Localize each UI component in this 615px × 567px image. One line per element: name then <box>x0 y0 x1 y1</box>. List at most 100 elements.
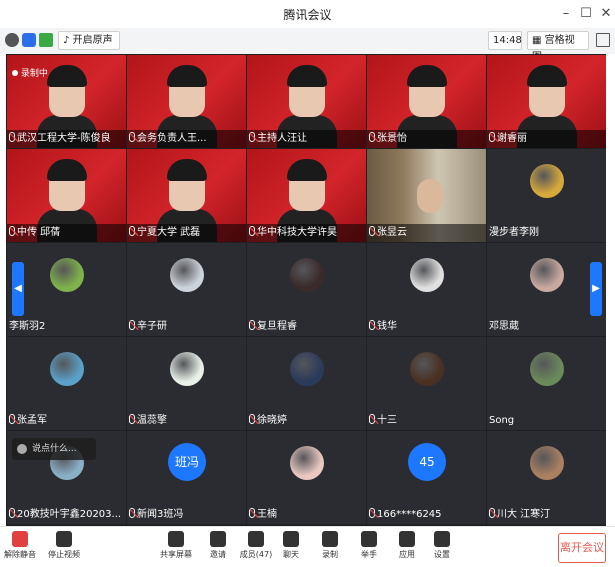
participant-name: 漫步者李刚 <box>489 227 539 238</box>
minimize-button[interactable]: – <box>556 4 576 24</box>
participant-tile[interactable]: 会务负责人王... <box>127 55 246 148</box>
info-icon[interactable] <box>5 33 19 47</box>
participant-tile[interactable]: Song <box>487 337 606 430</box>
mic-muted-icon <box>249 132 255 142</box>
participant-name: 辛子研 <box>137 321 167 332</box>
participant-name: Song <box>489 415 515 426</box>
participant-video-hair <box>287 159 327 181</box>
participant-tile[interactable]: 王楠 <box>247 431 366 524</box>
participant-name-bar: Song <box>487 412 606 430</box>
participant-tile[interactable]: 钱华 <box>367 243 486 336</box>
participant-tile[interactable]: 温蕊擎 <box>127 337 246 430</box>
participant-avatar <box>290 352 324 386</box>
participant-tile[interactable]: 川大 江寒汀 <box>487 431 606 524</box>
record-dot-icon <box>12 70 18 76</box>
participant-name: 武汉工程大学-陈俊良 <box>17 133 111 144</box>
participant-name: 川大 江寒汀 <box>497 509 551 520</box>
chat-button[interactable]: 聊天 <box>273 531 309 560</box>
participant-video-hair <box>407 65 447 87</box>
participant-tile[interactable]: 主持人汪让 <box>247 55 366 148</box>
prev-page-button[interactable]: ◀ <box>12 262 24 316</box>
participant-tile[interactable]: 中传 邱蒨 <box>7 149 126 242</box>
mic-muted-icon <box>129 226 135 236</box>
record-icon <box>322 531 338 547</box>
participant-video-hair <box>47 65 87 87</box>
participant-tile[interactable]: 十三 <box>367 337 486 430</box>
participant-avatar <box>170 258 204 292</box>
participant-tile[interactable]: 张孟军 <box>7 337 126 430</box>
participant-name-bar: 谢睿丽 <box>487 130 606 148</box>
record-button[interactable]: 录制 <box>312 531 348 560</box>
members-button[interactable]: 成员(47) <box>238 531 274 560</box>
invite-button[interactable]: 邀请 <box>200 531 236 560</box>
mic-muted-icon <box>489 508 495 518</box>
participant-name: 166****6245 <box>377 509 442 520</box>
participant-video-face <box>417 179 443 213</box>
participant-name: 新闻3班冯 <box>137 509 184 520</box>
participant-tile[interactable]: 张昱云 <box>367 149 486 242</box>
mic-muted-icon <box>249 508 255 518</box>
participant-name-bar: 张景怡 <box>367 130 486 148</box>
participant-name-bar: 王楠 <box>247 506 366 524</box>
settings-icon <box>434 531 450 547</box>
participant-name: 张孟军 <box>17 415 47 426</box>
settings-button[interactable]: 设置 <box>424 531 460 560</box>
participant-tile[interactable]: 张景怡 <box>367 55 486 148</box>
mic-muted-button[interactable]: 解除静音 <box>2 531 38 560</box>
participant-name: 主持人汪让 <box>257 133 307 144</box>
mic-muted-icon <box>9 414 15 424</box>
invite-icon <box>210 531 226 547</box>
participant-name: 复旦程睿 <box>257 321 297 332</box>
participant-avatar <box>410 258 444 292</box>
view-mode-button[interactable]: ▦ 宫格视图 ▾ <box>527 31 589 63</box>
participant-avatar <box>290 446 324 480</box>
participant-tile[interactable]: 辛子研 <box>127 243 246 336</box>
participant-avatar <box>530 446 564 480</box>
participant-name-bar: 钱华 <box>367 318 486 336</box>
participant-name: 邓思葳 <box>489 321 519 332</box>
participant-name-bar: 武汉工程大学-陈俊良 <box>7 130 126 148</box>
participant-name: 20教技叶宇鑫20203... <box>17 509 122 520</box>
camera-button[interactable]: 停止视频 <box>46 531 82 560</box>
participant-name-bar: 新闻3班冯 <box>127 506 246 524</box>
signal-icon[interactable] <box>39 33 53 47</box>
participant-tile[interactable]: 45 166****6245 <box>367 431 486 524</box>
meeting-time: 14:48 <box>488 31 522 50</box>
mic-muted-icon <box>129 320 135 330</box>
chat-bubble-icon <box>17 444 27 454</box>
original-sound-button[interactable]: ♪ 开启原声 ▾ <box>58 31 120 63</box>
participant-name-bar: 宁夏大学 武磊 <box>127 224 246 242</box>
participant-avatar <box>530 352 564 386</box>
participant-tile[interactable]: 漫步者李刚 <box>487 149 606 242</box>
chat-icon <box>283 531 299 547</box>
participant-tile[interactable]: 宁夏大学 武磊 <box>127 149 246 242</box>
leave-meeting-button[interactable]: 离开会议 <box>558 533 606 563</box>
participant-tile[interactable]: 李斯羽2 <box>7 243 126 336</box>
shield-icon[interactable] <box>22 33 36 47</box>
fullscreen-icon[interactable] <box>596 33 610 47</box>
apps-button[interactable]: 应用 <box>389 531 425 560</box>
close-button[interactable]: ✕ <box>596 4 615 24</box>
title-bar: 腾讯会议 – ☐ ✕ <box>0 0 615 28</box>
participant-name: 张昱云 <box>377 227 407 238</box>
participant-tile[interactable]: 班冯 新闻3班冯 <box>127 431 246 524</box>
participant-name-bar: 十三 <box>367 412 486 430</box>
participant-video-hair <box>527 65 567 87</box>
share-screen-icon <box>168 531 184 547</box>
raise-hand-button[interactable]: 举手 <box>351 531 387 560</box>
participant-tile[interactable]: 华中科技大学许昊 <box>247 149 366 242</box>
control-label: 解除静音 <box>4 550 36 559</box>
mic-muted-icon <box>9 226 15 236</box>
participant-tile[interactable]: 谢睿丽 <box>487 55 606 148</box>
maximize-button[interactable]: ☐ <box>576 4 596 24</box>
participant-tile[interactable]: 邓思葳 <box>487 243 606 336</box>
chat-prompt[interactable]: 说点什么... <box>12 438 96 460</box>
participant-name-bar: 张孟军 <box>7 412 126 430</box>
participant-tile[interactable]: 复旦程睿 <box>247 243 366 336</box>
meeting-toolbar: ♪ 开启原声 ▾ 14:48 ▦ 宫格视图 ▾ <box>0 28 615 63</box>
next-page-button[interactable]: ▶ <box>590 262 602 316</box>
control-label: 停止视频 <box>48 550 80 559</box>
participant-tile[interactable]: 徐晓婷 <box>247 337 366 430</box>
original-sound-label: 开启原声 <box>72 35 113 46</box>
share-screen-button[interactable]: 共享屏幕 <box>158 531 194 560</box>
